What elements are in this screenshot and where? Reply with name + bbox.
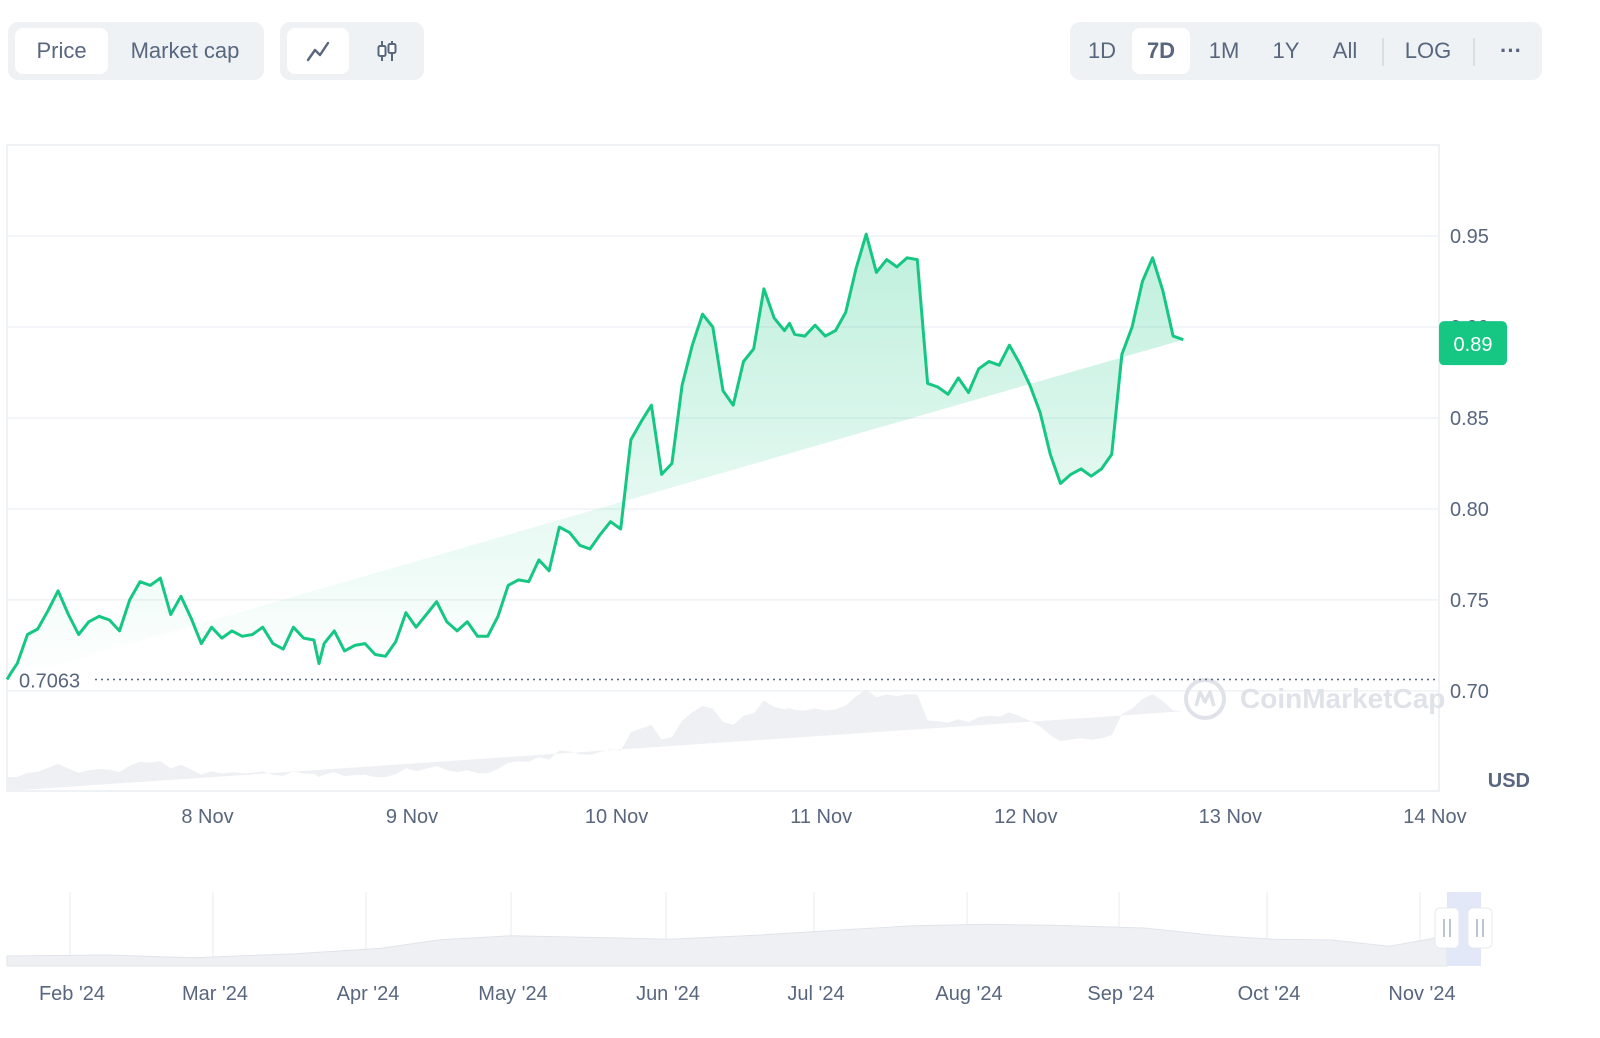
current-price-badge: 0.89 [1439,321,1507,366]
navigator-tick-label: Nov '24 [1388,983,1455,1005]
watermark-logo [1184,678,1226,720]
y-axis: 0.700.750.800.850.900.95 [1450,226,1489,703]
price-chart: 0.700.750.800.850.900.95 CoinMarketCap 0… [5,144,1530,1005]
navigator-handle-right[interactable] [1467,907,1493,949]
x-tick-label: 13 Nov [1199,806,1262,828]
open-price-label: 0.7063 [19,670,80,692]
x-tick-label: 11 Nov [790,806,852,828]
x-tick-label: 12 Nov [994,806,1057,828]
currency-label: USD [1488,770,1530,792]
y-tick-label: 0.75 [1450,590,1489,612]
navigator-tick-label: Aug '24 [935,983,1002,1005]
price-area [7,234,1184,680]
x-tick-label: 14 Nov [1403,806,1466,828]
navigator-tick-label: Mar '24 [182,983,248,1005]
x-tick-label: 9 Nov [386,806,438,828]
navigator-tick-label: May '24 [478,983,547,1005]
watermark: CoinMarketCap [1240,683,1445,714]
y-tick-label: 0.95 [1450,226,1489,248]
navigator-tick-label: Jul '24 [787,983,844,1005]
current-price: 0.89 [1454,334,1493,356]
y-tick-label: 0.85 [1450,408,1489,430]
navigator-tick-label: Feb '24 [39,983,105,1005]
y-tick-label: 0.80 [1450,499,1489,521]
navigator-tick-label: Apr '24 [337,983,400,1005]
navigator-tick-label: Sep '24 [1087,983,1154,1005]
x-axis: 8 Nov 9 Nov 10 Nov 11 Nov 12 Nov 13 Nov 14 Nov [181,806,1466,828]
navigator-handle-left[interactable] [1434,907,1460,949]
x-tick-label: 10 Nov [585,806,648,828]
range-navigator: Feb '24 Mar '24 Apr '24 May '24 Jun '24 Jul '… [6,892,1493,1005]
volume-bars [7,689,1184,791]
navigator-tick-label: Jun '24 [636,983,700,1005]
y-tick-label: 0.70 [1450,681,1489,703]
x-tick-label: 8 Nov [181,806,233,828]
volume-area [7,689,1184,791]
navigator-tick-label: Oct '24 [1238,983,1301,1005]
